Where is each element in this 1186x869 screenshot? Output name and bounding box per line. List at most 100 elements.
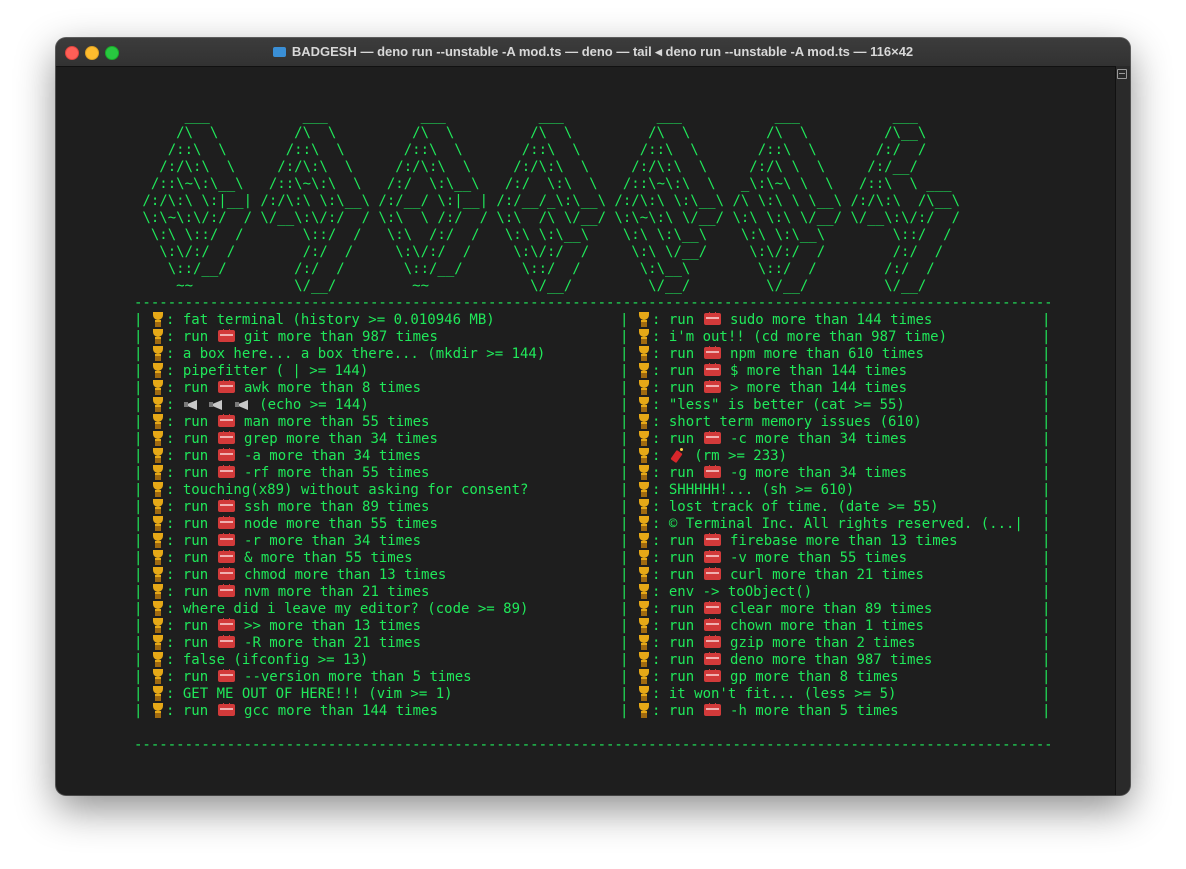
column-separator: |	[134, 635, 143, 651]
badge-text: -h more than 5 times	[730, 703, 899, 719]
megaphone-icon	[183, 398, 200, 411]
toolbox-icon	[217, 499, 235, 512]
trophy-icon	[636, 363, 652, 378]
badge-list: | | |: fat terminal (history >= 0.010946 M…	[134, 312, 1050, 720]
badge-row: | | |: fat terminal (history >= 0.010946 M…	[134, 312, 1050, 329]
right_col-badge-item: : run gp more than 8 times	[636, 669, 1041, 686]
folder-icon	[272, 47, 286, 57]
toolbox-icon	[217, 414, 235, 427]
run-prefix: run	[182, 533, 217, 549]
right_col-badge-item: : run -g more than 34 times	[636, 465, 1041, 482]
right_col-badge-item: : run -h more than 5 times	[636, 703, 1041, 720]
trophy-icon	[150, 686, 166, 701]
badge-text: $ more than 144 times	[730, 363, 908, 379]
toolbox-icon	[217, 465, 235, 478]
run-prefix: run	[668, 652, 703, 668]
column-separator: |	[1042, 431, 1051, 447]
toolbox-icon	[217, 567, 235, 580]
trophy-icon	[636, 652, 652, 667]
badge-text: >> more than 13 times	[244, 618, 422, 634]
banner-line: /:/\:\ \:|__| /:/\:\ \:\__\ /:/__/ \:|__…	[134, 193, 961, 209]
run-prefix: run	[668, 465, 703, 481]
trophy-icon	[150, 567, 166, 582]
right_col-badge-item: : lost track of time. (date >= 55)	[636, 499, 1041, 516]
trophy-icon	[150, 601, 166, 616]
trophy-icon	[150, 669, 166, 684]
run-prefix: run	[182, 329, 217, 345]
badge-text: touching(x89) without asking for consent…	[182, 482, 529, 498]
badge-row: | | |: run git more than 987 times: i'm ou…	[134, 329, 1050, 346]
badge-text: (echo >= 144)	[259, 397, 369, 413]
toolbox-icon	[217, 431, 235, 444]
left_col-badge-item: : run >> more than 13 times	[150, 618, 612, 635]
badge-row: | | |: run --version more than 5 times: ru…	[134, 669, 1050, 686]
left_col-badge-item: : run git more than 987 times	[150, 329, 612, 346]
left_col-badge-item: : run -a more than 34 times	[150, 448, 612, 465]
badge-text: pipefitter ( | >= 144)	[182, 363, 369, 379]
column-separator: |	[134, 618, 143, 634]
trophy-icon	[150, 533, 166, 548]
column-separator: |	[134, 482, 143, 498]
toolbox-icon	[703, 380, 721, 393]
badge-text: short term memory issues (610)	[668, 414, 922, 430]
trophy-icon	[636, 431, 652, 446]
window-title: BADGESH — deno run --unstable -A mod.ts …	[56, 38, 1130, 66]
trophy-icon	[150, 346, 166, 361]
trophy-icon	[150, 499, 166, 514]
trophy-icon	[636, 448, 652, 463]
column-separator: |	[134, 414, 143, 430]
column-separator: |	[1042, 448, 1051, 464]
badge-text: lost track of time. (date >= 55)	[668, 499, 939, 515]
badge-text: -r more than 34 times	[244, 533, 422, 549]
column-separator: |	[1042, 312, 1051, 328]
trophy-icon	[150, 329, 166, 344]
right_col-badge-item: : "less" is better (cat >= 55)	[636, 397, 1041, 414]
column-separator: |	[620, 448, 629, 464]
badge-row: | | |: touching(x89) without asking for co…	[134, 482, 1050, 499]
column-separator: |	[620, 584, 629, 600]
column-separator: |	[1042, 482, 1051, 498]
toolbox-icon	[703, 346, 721, 359]
toolbox-icon	[217, 448, 235, 461]
column-separator: |	[620, 465, 629, 481]
badge-text: node more than 55 times	[244, 516, 438, 532]
right_col-badge-item: : run $ more than 144 times	[636, 363, 1041, 380]
right_col-badge-item: : run chown more than 1 times	[636, 618, 1041, 635]
badge-text: false (ifconfig >= 13)	[182, 652, 369, 668]
terminal-content[interactable]: ___ ___ ___ ___ ___ ___ ___ /\ \ /\ \ /\…	[134, 108, 1050, 754]
badge-text: gp more than 8 times	[730, 669, 899, 685]
badge-text: -c more than 34 times	[730, 431, 908, 447]
banner-line: /::\ \ /::\ \ /::\ \ /::\ \ /::\ \ /::\ …	[134, 142, 961, 158]
column-separator: |	[134, 567, 143, 583]
trophy-icon	[636, 567, 652, 582]
column-separator: |	[620, 414, 629, 430]
toolbox-icon	[217, 584, 235, 597]
column-separator: |	[134, 516, 143, 532]
column-separator: |	[1042, 397, 1051, 413]
toolbox-icon	[217, 635, 235, 648]
column-separator: |	[134, 329, 143, 345]
scroll-collapse-icon[interactable]	[1117, 69, 1127, 79]
column-separator: |	[1042, 380, 1051, 396]
column-separator: |	[620, 516, 629, 532]
trophy-icon	[150, 448, 166, 463]
trophy-icon	[150, 414, 166, 429]
trophy-icon	[150, 584, 166, 599]
banner-line: \::/__/ /:/ / \::/__/ \::/ / \:\__\ \::/…	[134, 261, 961, 277]
trophy-icon	[636, 686, 652, 701]
megaphone-icon	[234, 398, 251, 411]
column-separator: |	[134, 431, 143, 447]
left_col-badge-item: : run --version more than 5 times	[150, 669, 612, 686]
run-prefix: run	[182, 567, 217, 583]
badge-row: | | |: run -a more than 34 times: (rm >= 2…	[134, 448, 1050, 465]
toolbox-icon	[703, 550, 721, 563]
right_col-badge-item: : it won't fit... (less >= 5)	[636, 686, 1041, 703]
right_col-badge-item: : run sudo more than 144 times	[636, 312, 1041, 329]
run-prefix: run	[182, 499, 217, 515]
divider-bottom: ----------------------------------------…	[134, 737, 1050, 753]
scrollbar[interactable]	[1115, 66, 1130, 795]
run-prefix: run	[182, 465, 217, 481]
column-separator: |	[1042, 635, 1051, 651]
badge-text: i'm out!! (cd more than 987 time)	[668, 329, 948, 345]
toolbox-icon	[217, 618, 235, 631]
